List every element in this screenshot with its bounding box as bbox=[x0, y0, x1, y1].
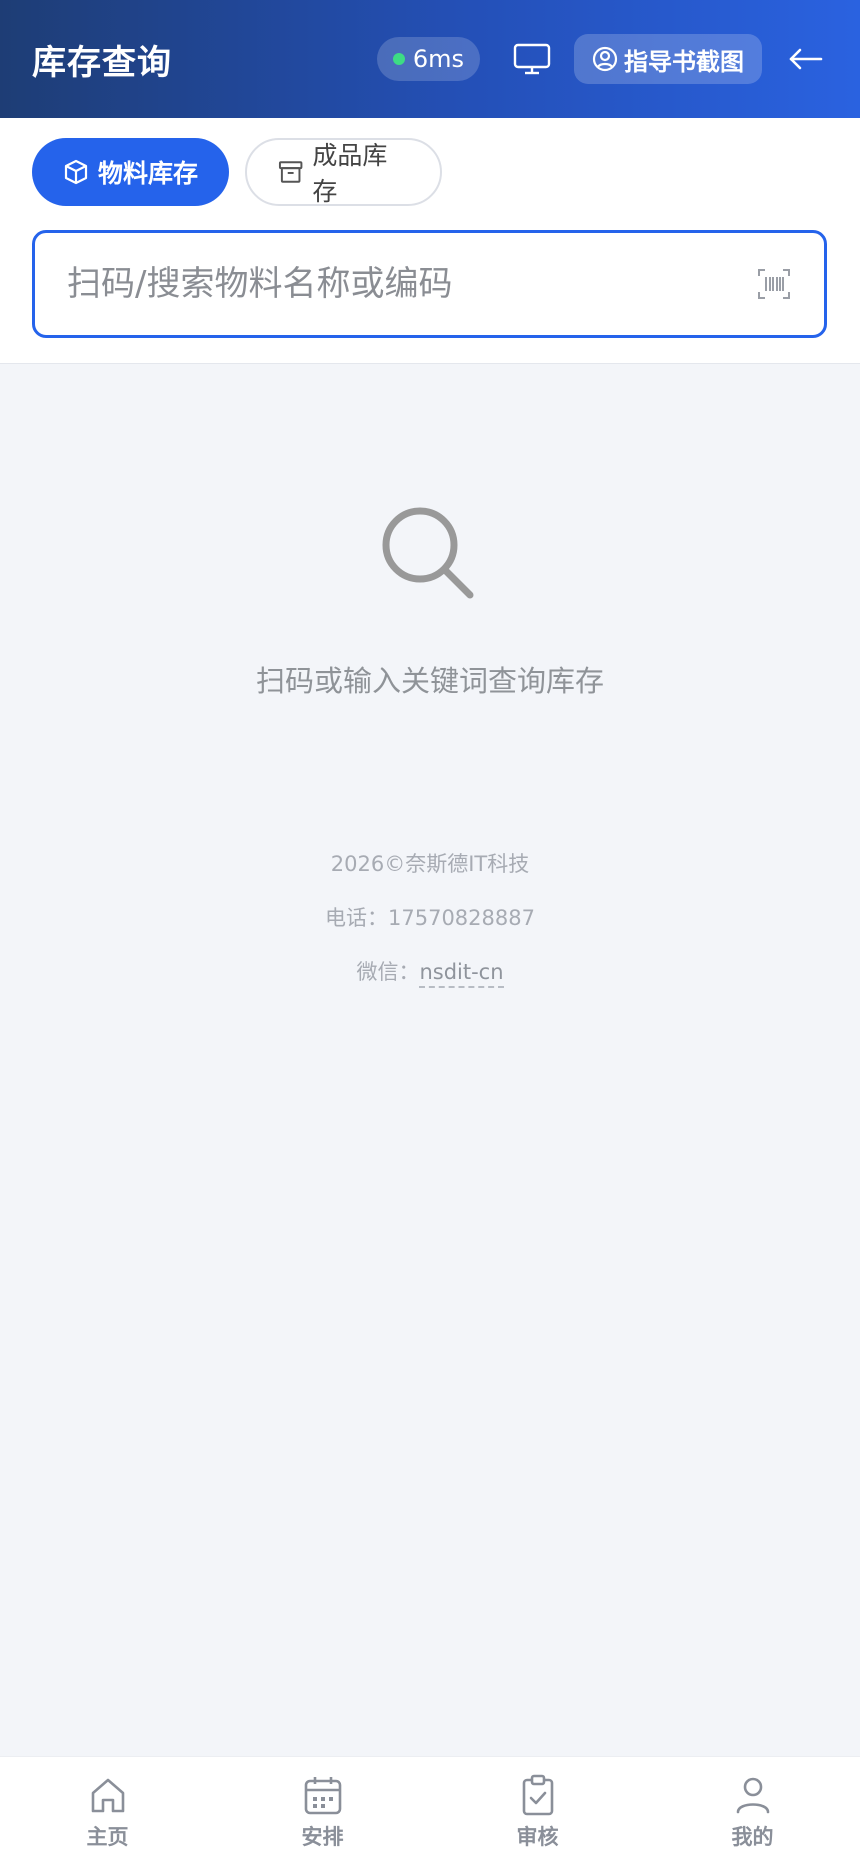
clipboard-check-icon bbox=[522, 1774, 553, 1816]
nav-profile[interactable]: 我的 bbox=[645, 1757, 860, 1864]
nav-home-label: 主页 bbox=[86, 1825, 129, 1849]
latency-badge: 6ms bbox=[376, 37, 480, 81]
latency-value: 6ms bbox=[412, 45, 464, 73]
inventory-tabs: 物料库存 成品库存 bbox=[32, 138, 458, 206]
user-icon bbox=[736, 1777, 769, 1814]
archive-icon bbox=[278, 161, 303, 183]
wechat-line: 微信：nsdit-cn bbox=[0, 956, 860, 1010]
page-title: 库存查询 bbox=[32, 42, 172, 83]
calendar-icon bbox=[304, 1777, 341, 1815]
guide-screenshot-label: 指导书截图 bbox=[624, 47, 744, 76]
guide-screenshot-button[interactable]: 指导书截图 bbox=[574, 34, 762, 84]
nav-profile-label: 我的 bbox=[731, 1825, 774, 1849]
nav-review[interactable]: 审核 bbox=[430, 1757, 645, 1864]
search-box bbox=[32, 230, 827, 338]
header-actions: 6ms 指导书截图 bbox=[376, 34, 828, 84]
cube-icon bbox=[64, 159, 88, 185]
phone-label: 电话： bbox=[325, 906, 388, 930]
nav-home[interactable]: 主页 bbox=[0, 1757, 215, 1864]
tab-material-inventory[interactable]: 物料库存 bbox=[32, 138, 229, 206]
user-circle-icon bbox=[592, 46, 618, 72]
bottom-tabbar: 主页 安排 审核 我的 bbox=[0, 1756, 860, 1864]
status-dot-icon bbox=[392, 53, 405, 65]
tab-product-label: 成品库存 bbox=[312, 141, 388, 206]
nav-schedule[interactable]: 安排 bbox=[215, 1757, 430, 1864]
tab-material-label: 物料库存 bbox=[98, 159, 199, 188]
nav-schedule-label: 安排 bbox=[301, 1825, 344, 1849]
search-icon bbox=[382, 507, 474, 599]
home-icon bbox=[91, 1778, 124, 1813]
back-arrow-icon[interactable] bbox=[784, 37, 828, 81]
nav-review-label: 审核 bbox=[516, 1825, 559, 1849]
tab-product-inventory[interactable]: 成品库存 bbox=[245, 138, 442, 206]
empty-state: 扫码或输入关键词查询库存 bbox=[0, 500, 860, 700]
search-panel: 物料库存 成品库存 bbox=[0, 118, 860, 364]
phone-number[interactable]: 17570828887 bbox=[388, 906, 535, 930]
footer: 2026©奈斯德IT科技 电话：17570828887 微信：nsdit-cn bbox=[0, 848, 860, 1010]
copyright: 2026©奈斯德IT科技 bbox=[330, 852, 530, 876]
app-header: 库存查询 6ms 指导书截图 bbox=[0, 0, 860, 118]
wechat-label: 微信： bbox=[356, 960, 420, 984]
phone-line: 电话：17570828887 bbox=[0, 902, 860, 956]
barcode-scan-icon[interactable] bbox=[756, 266, 792, 302]
empty-state-text: 扫码或输入关键词查询库存 bbox=[255, 664, 604, 698]
wechat-id[interactable]: nsdit-cn bbox=[419, 960, 504, 988]
search-input[interactable] bbox=[67, 264, 756, 304]
monitor-icon[interactable] bbox=[510, 37, 554, 81]
